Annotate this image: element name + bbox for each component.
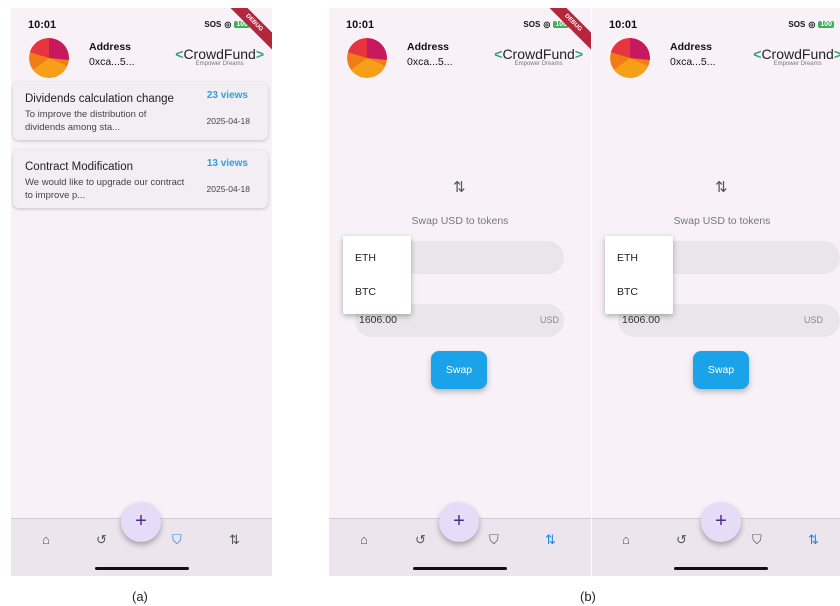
- token-dropdown-menu: ETH BTC: [605, 236, 673, 314]
- vote-icon[interactable]: ⛉: [752, 532, 762, 548]
- amount-value: 1606.00: [359, 314, 397, 326]
- add-button[interactable]: +: [701, 502, 741, 542]
- screen-swap: 10:01 SOS ◎ 100 DEBUG Address 0xca...5..…: [329, 8, 591, 576]
- status-bar: 10:01 SOS ◎ 100: [592, 19, 840, 33]
- chevron-right-icon: >: [255, 46, 264, 62]
- wifi-icon: ◎: [808, 20, 816, 29]
- vote-icon[interactable]: ⛉: [489, 532, 499, 548]
- brand-name: CrowdFund: [502, 46, 575, 62]
- status-icons: SOS ◎ 100: [788, 20, 834, 29]
- avatar[interactable]: [610, 38, 650, 78]
- home-icon[interactable]: ⌂: [360, 532, 368, 547]
- sos-indicator: SOS: [523, 20, 541, 29]
- address-label: Address: [407, 41, 450, 53]
- swap-icon[interactable]: ⇅: [229, 532, 240, 548]
- swap-button[interactable]: Swap: [693, 351, 749, 389]
- address-value: 0xca...5...: [89, 56, 135, 68]
- proposal-description: To improve the distribution of dividends…: [25, 109, 147, 133]
- brand-name: CrowdFund: [183, 46, 256, 62]
- wifi-icon: ◎: [543, 20, 551, 29]
- home-icon[interactable]: ⌂: [622, 532, 630, 547]
- chevron-right-icon: >: [574, 46, 583, 62]
- app-header: Address 0xca...5... <CrowdFund> Empower …: [329, 38, 591, 82]
- status-time: 10:01: [609, 19, 638, 31]
- address-label: Address: [670, 41, 713, 53]
- proposal-title: Dividends calculation change: [25, 93, 174, 105]
- avatar-icon: [29, 38, 69, 78]
- swap-icon[interactable]: ⇅: [808, 532, 819, 548]
- battery-icon: 100: [818, 21, 834, 28]
- proposal-card[interactable]: Contract Modification 13 views We would …: [13, 150, 268, 208]
- status-time: 10:01: [28, 19, 57, 31]
- address-value: 0xca...5...: [407, 56, 453, 68]
- vote-icon[interactable]: ⛉: [172, 532, 182, 548]
- amount-unit: USD: [539, 315, 559, 325]
- home-icon[interactable]: ⌂: [42, 532, 50, 547]
- brand-logo: <CrowdFund> Empower Dreams: [753, 46, 840, 67]
- avatar[interactable]: [347, 38, 387, 78]
- swap-button[interactable]: Swap: [431, 351, 487, 389]
- address-label: Address: [89, 41, 132, 53]
- avatar[interactable]: [29, 38, 69, 78]
- sos-indicator: SOS: [788, 20, 806, 29]
- proposal-description: We would like to upgrade our contract to…: [25, 177, 185, 201]
- proposal-views: 13 views: [206, 158, 248, 169]
- brand-logo: <CrowdFund> Empower Dreams: [175, 46, 264, 67]
- status-bar: 10:01 SOS ◎ 100: [329, 19, 591, 33]
- token-option-eth[interactable]: ETH: [617, 252, 638, 264]
- token-option-eth[interactable]: ETH: [355, 252, 376, 264]
- brand-name: CrowdFund: [761, 46, 834, 62]
- home-indicator: [413, 567, 507, 570]
- home-indicator: [674, 567, 768, 570]
- history-icon[interactable]: ↺: [415, 532, 426, 548]
- proposal-views: 23 views: [206, 90, 248, 101]
- avatar-icon: [610, 38, 650, 78]
- swap-vertical-icon: ⇅: [715, 179, 728, 196]
- history-icon[interactable]: ↺: [676, 532, 687, 548]
- token-option-btc[interactable]: BTC: [617, 286, 638, 298]
- token-option-btc[interactable]: BTC: [355, 286, 376, 298]
- status-time: 10:01: [346, 19, 375, 31]
- sos-indicator: SOS: [204, 20, 222, 29]
- app-header: Address 0xca...5... <CrowdFund> Empower …: [11, 38, 272, 82]
- swap-title: Swap USD to tokens: [673, 215, 771, 227]
- caption-a: (a): [132, 589, 148, 604]
- amount-value: 1606.00: [622, 314, 660, 326]
- proposal-card[interactable]: Dividends calculation change 23 views To…: [13, 82, 268, 140]
- address-value: 0xca...5...: [670, 56, 716, 68]
- proposal-date: 2025-04-18: [206, 184, 250, 194]
- caption-b: (b): [580, 589, 596, 604]
- status-bar: 10:01 SOS ◎ 100: [11, 19, 272, 33]
- add-button[interactable]: +: [439, 502, 479, 542]
- amount-unit: USD: [803, 315, 823, 325]
- add-button[interactable]: +: [121, 502, 161, 542]
- app-header: Address 0xca...5... <CrowdFund> Empower …: [592, 38, 840, 82]
- proposal-title: Contract Modification: [25, 161, 134, 173]
- swap-vertical-icon: ⇅: [453, 179, 466, 196]
- history-icon[interactable]: ↺: [96, 532, 107, 548]
- screen-proposals: 10:01 SOS ◎ 100 DEBUG Address 0xca...5..…: [11, 8, 272, 576]
- chevron-right-icon: >: [833, 46, 840, 62]
- screen-swap: 10:01 SOS ◎ 100 Address 0xca...5... <Cro…: [592, 8, 840, 576]
- swap-title: Swap USD to tokens: [411, 215, 509, 227]
- swap-icon[interactable]: ⇅: [545, 532, 556, 548]
- avatar-icon: [347, 38, 387, 78]
- wifi-icon: ◎: [224, 20, 232, 29]
- brand-logo: <CrowdFund> Empower Dreams: [494, 46, 583, 67]
- home-indicator: [95, 567, 189, 570]
- token-dropdown-menu: ETH BTC: [343, 236, 411, 314]
- proposal-date: 2025-04-18: [206, 116, 250, 126]
